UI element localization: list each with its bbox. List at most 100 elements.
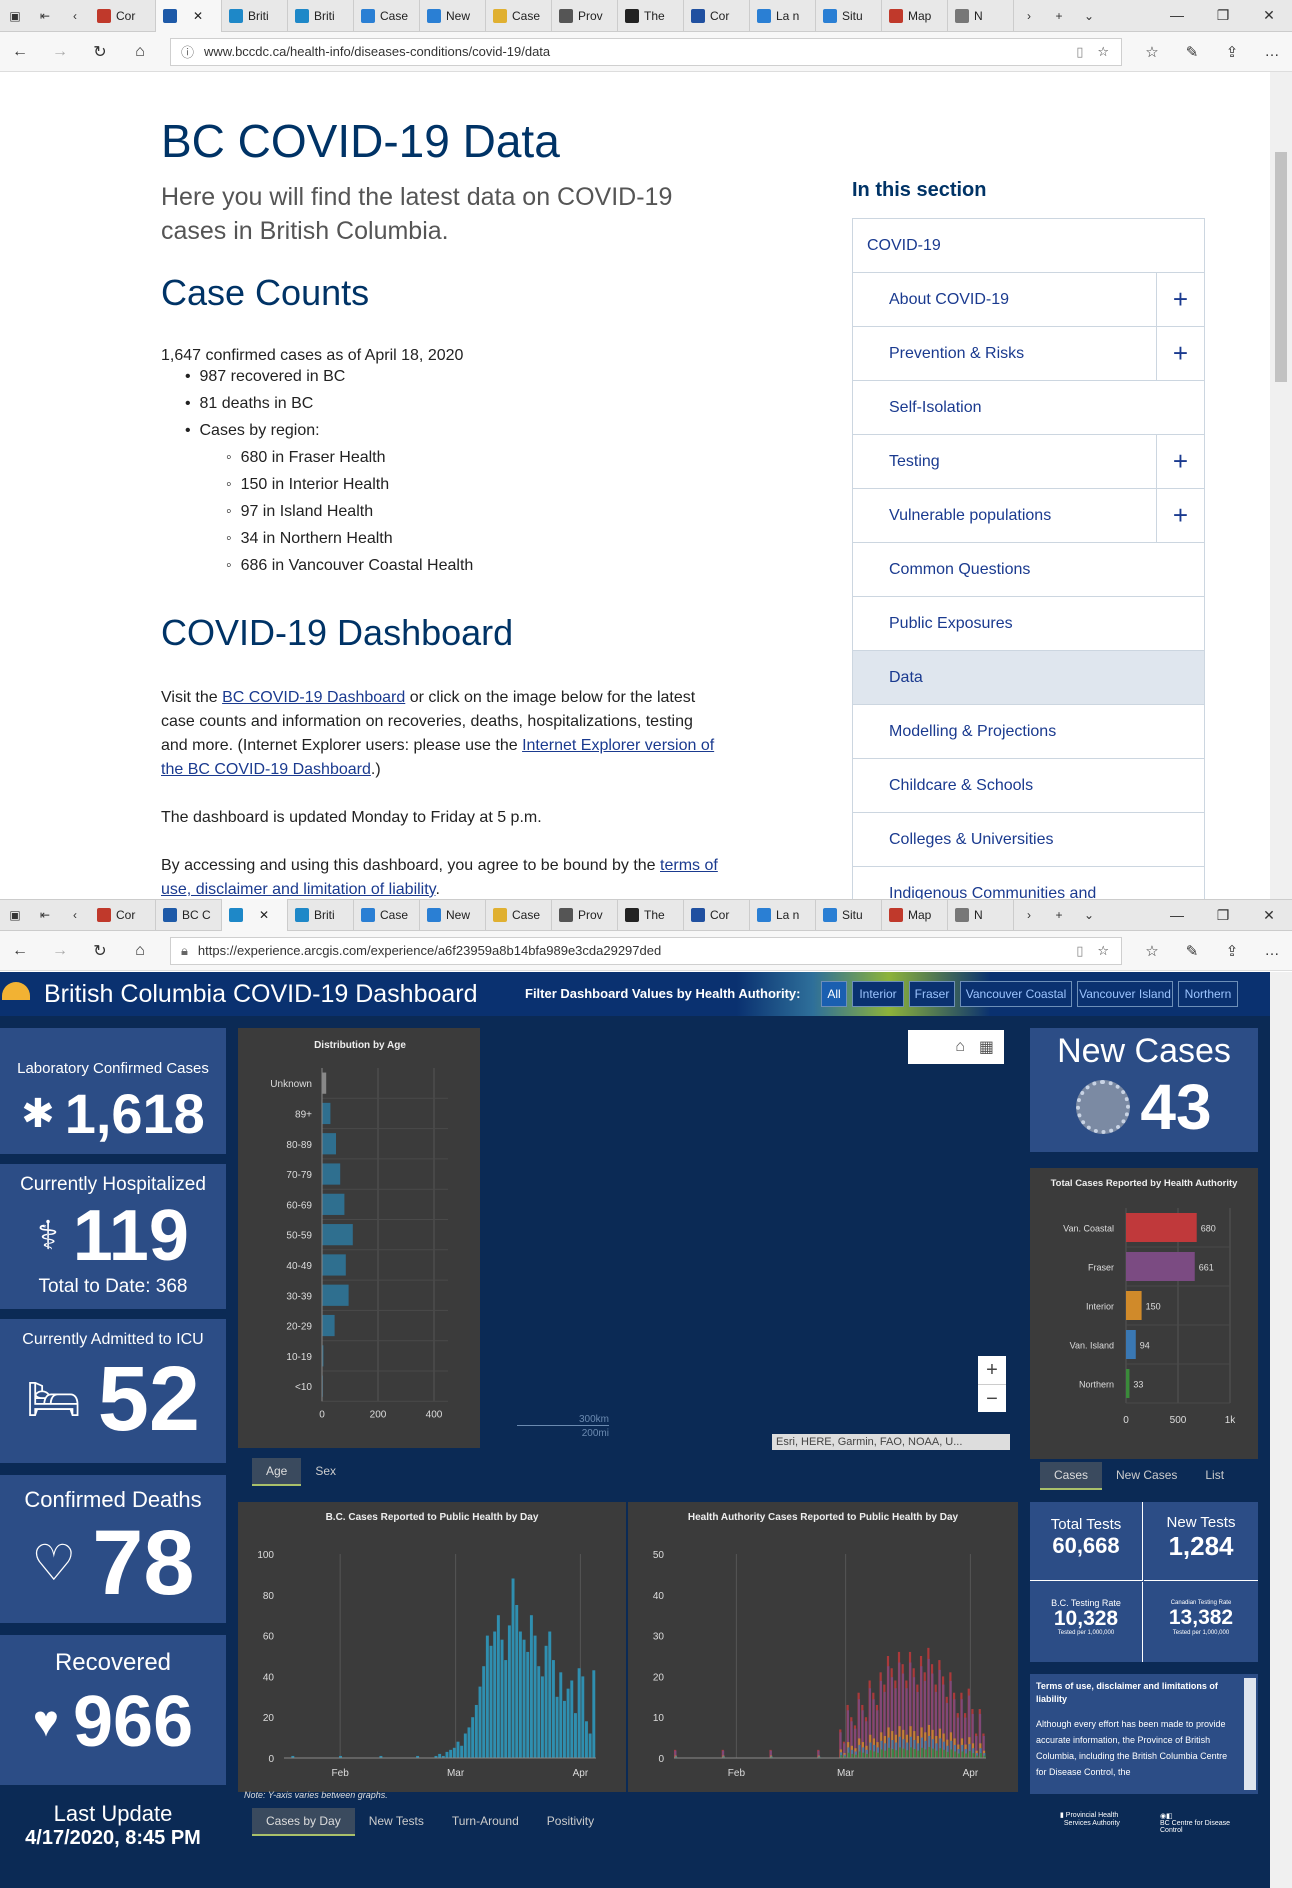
- expand-plus-icon[interactable]: +: [1156, 435, 1204, 488]
- favorite-star-icon[interactable]: ☆: [1097, 943, 1109, 959]
- dashboard-scrollbar[interactable]: [1270, 972, 1292, 1888]
- browser-tab[interactable]: Briti: [222, 0, 288, 32]
- sidebar-item[interactable]: COVID-19: [853, 219, 1204, 273]
- sidebar-item[interactable]: Common Questions: [853, 543, 1204, 597]
- url-field[interactable]: ⓘ www.bccdc.ca/health-info/diseases-cond…: [170, 37, 1122, 66]
- filter-northern-button[interactable]: Northern: [1178, 981, 1238, 1007]
- tab-turn-around[interactable]: Turn-Around: [438, 1808, 533, 1836]
- scrollbar-thumb[interactable]: [1275, 152, 1287, 382]
- forward-icon[interactable]: →: [40, 43, 80, 61]
- sidebar-item[interactable]: Modelling & Projections: [853, 705, 1204, 759]
- filter-vancouver-coastal-button[interactable]: Vancouver Coastal: [960, 981, 1072, 1007]
- tab-aside-icon[interactable]: ⇤: [30, 899, 60, 931]
- browser-tab[interactable]: Case: [354, 899, 420, 931]
- sidebar-item[interactable]: Childcare & Schools: [853, 759, 1204, 813]
- sidebar-item[interactable]: Colleges & Universities: [853, 813, 1204, 867]
- favorites-icon[interactable]: ☆: [1132, 942, 1172, 960]
- expand-plus-icon[interactable]: +: [1156, 489, 1204, 542]
- restore-icon[interactable]: ❐: [1200, 7, 1246, 24]
- expand-plus-icon[interactable]: +: [1156, 327, 1204, 380]
- tab-list[interactable]: List: [1191, 1462, 1238, 1490]
- browser-tab[interactable]: Cor: [90, 0, 156, 32]
- sidebar-item[interactable]: Public Exposures: [853, 597, 1204, 651]
- browser-tab[interactable]: Prov: [552, 0, 618, 32]
- refresh-icon[interactable]: ↻: [80, 42, 120, 62]
- sidebar-item[interactable]: Indigenous Communities and: [853, 867, 1204, 900]
- browser-tab[interactable]: N: [948, 0, 1014, 32]
- tab-cases[interactable]: Cases: [1040, 1462, 1103, 1490]
- back-icon[interactable]: ←: [0, 942, 40, 960]
- tab-scroll-right-icon[interactable]: ›: [1014, 0, 1044, 32]
- tab-actions-icon[interactable]: ▣: [0, 0, 30, 32]
- share-icon[interactable]: ⇪: [1212, 43, 1252, 61]
- more-icon[interactable]: …: [1252, 942, 1292, 960]
- browser-tab[interactable]: The: [618, 899, 684, 931]
- tab-positivity[interactable]: Positivity: [533, 1808, 608, 1836]
- reading-view-icon[interactable]: ▯: [1076, 44, 1083, 60]
- favorite-star-icon[interactable]: ☆: [1097, 44, 1109, 60]
- browser-tab[interactable]: Map: [882, 0, 948, 32]
- tab-scroll-right-icon[interactable]: ›: [1014, 899, 1044, 931]
- browser-tab[interactable]: BC C: [156, 899, 222, 931]
- notes-icon[interactable]: ✎: [1172, 942, 1212, 960]
- sidebar-item[interactable]: Vulnerable populations +: [853, 489, 1204, 543]
- browser-tab[interactable]: ✕: [156, 0, 222, 32]
- map-qr-icon[interactable]: ▦: [979, 1037, 994, 1057]
- close-tab-icon[interactable]: ✕: [259, 908, 269, 922]
- close-window-icon[interactable]: ✕: [1246, 907, 1292, 924]
- home-icon[interactable]: ⌂: [120, 43, 160, 61]
- browser-tab[interactable]: Case: [354, 0, 420, 32]
- browser-tab[interactable]: Briti: [288, 0, 354, 32]
- browser-tab[interactable]: Cor: [684, 899, 750, 931]
- expand-plus-icon[interactable]: +: [1156, 273, 1204, 326]
- minimize-icon[interactable]: —: [1154, 7, 1200, 24]
- favorites-icon[interactable]: ☆: [1132, 43, 1172, 61]
- tab-actions-icon[interactable]: ▣: [0, 899, 30, 931]
- browser-tab[interactable]: Map: [882, 899, 948, 931]
- map-view[interactable]: ⌂ ▦ + − 300km 200mi Esri, HERE, Garmin, …: [480, 1022, 1020, 1452]
- refresh-icon[interactable]: ↻: [80, 941, 120, 961]
- url-field[interactable]: 🔒︎ https://experience.arcgis.com/experie…: [170, 936, 1122, 965]
- browser-tab[interactable]: N: [948, 899, 1014, 931]
- browser-tab[interactable]: Briti: [288, 899, 354, 931]
- browser-tab[interactable]: Situ: [816, 899, 882, 931]
- map-home-icon[interactable]: ⌂: [955, 1038, 965, 1056]
- filter-vancouver-island-button[interactable]: Vancouver Island: [1077, 981, 1173, 1007]
- close-window-icon[interactable]: ✕: [1246, 7, 1292, 24]
- browser-tab[interactable]: New: [420, 0, 486, 32]
- share-icon[interactable]: ⇪: [1212, 942, 1252, 960]
- filter-all-button[interactable]: All: [821, 981, 847, 1007]
- browser-tab[interactable]: The: [618, 0, 684, 32]
- info-icon[interactable]: ⓘ: [181, 42, 194, 61]
- tab-scroll-left-icon[interactable]: ‹: [60, 0, 90, 32]
- restore-icon[interactable]: ❐: [1200, 907, 1246, 924]
- sidebar-item[interactable]: Testing +: [853, 435, 1204, 489]
- browser-tab[interactable]: La n: [750, 0, 816, 32]
- browser-tab[interactable]: Cor: [684, 0, 750, 32]
- forward-icon[interactable]: →: [40, 942, 80, 960]
- sidebar-item[interactable]: Self-Isolation: [853, 381, 1204, 435]
- browser-tab[interactable]: Case: [486, 0, 552, 32]
- more-icon[interactable]: …: [1252, 43, 1292, 61]
- zoom-out-button[interactable]: −: [978, 1384, 1006, 1413]
- sidebar-item[interactable]: Data: [853, 651, 1204, 705]
- browser-tab[interactable]: New: [420, 899, 486, 931]
- dashboard-link[interactable]: BC COVID-19 Dashboard: [222, 689, 405, 706]
- notes-icon[interactable]: ✎: [1172, 43, 1212, 61]
- back-icon[interactable]: ←: [0, 43, 40, 61]
- sidebar-item[interactable]: Prevention & Risks +: [853, 327, 1204, 381]
- tab-cases-by-day[interactable]: Cases by Day: [252, 1808, 355, 1836]
- tab-aside-icon[interactable]: ⇤: [30, 0, 60, 32]
- filter-fraser-button[interactable]: Fraser: [909, 981, 955, 1007]
- tab-list-icon[interactable]: ⌄: [1074, 899, 1104, 931]
- tab-new-tests[interactable]: New Tests: [355, 1808, 438, 1836]
- tab-scroll-left-icon[interactable]: ‹: [60, 899, 90, 931]
- reading-view-icon[interactable]: ▯: [1076, 943, 1083, 959]
- home-icon[interactable]: ⌂: [120, 942, 160, 960]
- tab-new-cases[interactable]: New Cases: [1102, 1462, 1191, 1490]
- tab-list-icon[interactable]: ⌄: [1074, 0, 1104, 32]
- filter-interior-button[interactable]: Interior: [852, 981, 904, 1007]
- browser-tab[interactable]: Cor: [90, 899, 156, 931]
- browser-tab[interactable]: ✕: [222, 899, 288, 931]
- page-scrollbar[interactable]: [1270, 72, 1292, 899]
